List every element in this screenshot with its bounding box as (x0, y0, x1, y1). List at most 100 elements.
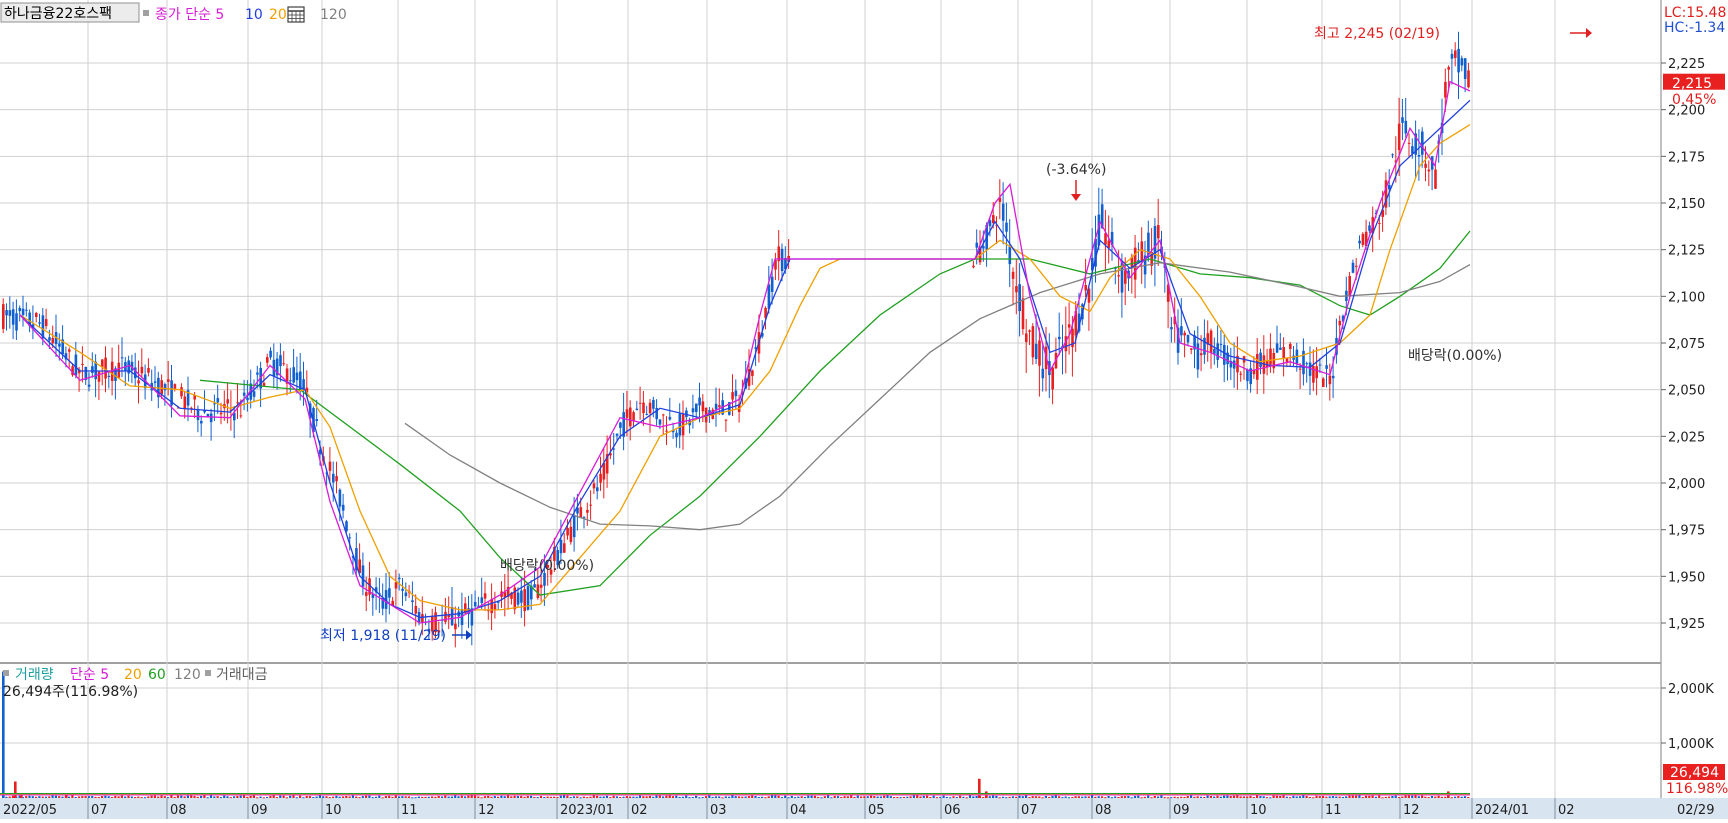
volume-bar (747, 796, 750, 798)
volume-bar (1259, 796, 1262, 798)
volume-bar (94, 796, 97, 798)
volume-bar (952, 796, 955, 798)
volume-bar (490, 796, 493, 798)
legend-ma5[interactable]: 종가 단순 5 (155, 7, 224, 23)
volume-bar (1226, 795, 1229, 798)
volume-bar (1236, 795, 1239, 798)
volume-bar (378, 795, 381, 798)
volume-bar (497, 796, 500, 798)
volume-bar (784, 795, 787, 798)
volume-bar (213, 796, 216, 798)
time-label: 02/29 (1677, 803, 1714, 818)
stock-name[interactable]: 하나금융22호스팩 (4, 6, 112, 22)
volume-legend-ma120[interactable]: 120 (174, 667, 201, 683)
volume-bar (886, 795, 889, 798)
volume-bar (648, 795, 651, 798)
volume-bar (572, 796, 576, 798)
volume-bar (625, 796, 628, 798)
volume-bar (107, 796, 110, 798)
volume-bar (1328, 796, 1331, 798)
volume-bar (1355, 795, 1358, 798)
volume-bar (688, 797, 691, 799)
volume-bar (295, 797, 298, 799)
volume-bar (1411, 795, 1414, 798)
volume-bar (652, 796, 655, 798)
volume-bar (318, 795, 321, 798)
legend-ma20[interactable]: 20 (269, 7, 287, 23)
volume-bar (612, 795, 615, 798)
volume-bar (153, 795, 156, 798)
volume-bar (487, 795, 490, 798)
volume-bar (1213, 796, 1216, 798)
volume-bar (104, 795, 107, 798)
calendar-icon[interactable] (287, 6, 305, 23)
volume-bar (1107, 795, 1110, 798)
price-tick-label: 2,000 (1668, 477, 1705, 492)
volume-bar (1322, 795, 1325, 798)
volume-legend-ma20[interactable]: 20 (124, 667, 142, 683)
volume-bar (312, 797, 315, 799)
volume-bar (1295, 796, 1298, 798)
volume-bar (935, 797, 939, 799)
volume-bar (1246, 796, 1249, 798)
volume-bar (84, 796, 87, 798)
volume-bar (431, 796, 434, 798)
volume-bar (1404, 795, 1407, 798)
volume-bar (965, 797, 968, 799)
volume-bar (1424, 796, 1427, 798)
volume-bar (1388, 796, 1391, 798)
volume-bar (424, 796, 427, 798)
volume-bar (645, 796, 648, 798)
volume-legend-amount[interactable]: 거래대금 (216, 667, 268, 683)
volume-legend-ma5[interactable]: 단순 5 (70, 667, 109, 683)
volume-bar (358, 797, 361, 799)
volume-bar (1302, 795, 1305, 798)
volume-bar (41, 796, 44, 798)
time-label: 09 (251, 803, 268, 818)
volume-bar (341, 796, 345, 798)
volume-bar (764, 797, 767, 799)
volume-bar (869, 795, 873, 798)
volume-bar (1190, 795, 1193, 798)
volume-bar (51, 795, 54, 798)
volume-bar (949, 797, 952, 799)
volume-bar (31, 796, 34, 798)
volume-bar (1427, 797, 1430, 799)
volume-bar (1186, 796, 1189, 798)
volume-bar (127, 795, 130, 798)
volume-bar (827, 795, 830, 798)
volume-bar (120, 795, 123, 798)
time-label: 10 (1250, 803, 1267, 818)
volume-bar (150, 795, 153, 798)
volume-bar (137, 796, 140, 798)
chart-canvas[interactable]: 1,925 1,950 1,975 2,000 2,025 2,050 2,075 2,100… (0, 0, 1728, 819)
volume-bar (883, 795, 886, 798)
volume-bar (685, 795, 688, 798)
time-label: 10 (325, 803, 342, 818)
volume-bar (1041, 797, 1044, 799)
volume-bar (1331, 796, 1335, 798)
volume-bar (97, 797, 100, 799)
legend-ma10[interactable]: 10 (245, 7, 263, 23)
legend-ma120[interactable]: 120 (320, 7, 347, 23)
stock-chart[interactable]: 1,925 1,950 1,975 2,000 2,025 2,050 2,075 2,100… (0, 0, 1728, 819)
volume-bar (384, 796, 387, 798)
current-volume-change: 116.98% (1666, 781, 1728, 797)
volume-bar (404, 796, 407, 798)
volume-bar (1124, 796, 1127, 798)
volume-bar (728, 796, 731, 798)
volume-bar (932, 795, 935, 798)
volume-bar (1272, 795, 1275, 798)
volume-bar (807, 795, 810, 798)
volume-bar (1137, 795, 1140, 798)
volume-bar (417, 796, 420, 798)
volume-legend-volume[interactable]: 거래량 (15, 667, 54, 683)
volume-bar (398, 796, 401, 798)
volume-bar (899, 797, 902, 799)
volume-bar (1133, 795, 1137, 798)
volume-bar (922, 795, 925, 798)
volume-bar (629, 796, 632, 798)
volume-bar (1120, 796, 1123, 798)
dividend-annotation-2: 배당락(0.00%) (1408, 348, 1502, 364)
volume-legend-ma60[interactable]: 60 (148, 667, 166, 683)
